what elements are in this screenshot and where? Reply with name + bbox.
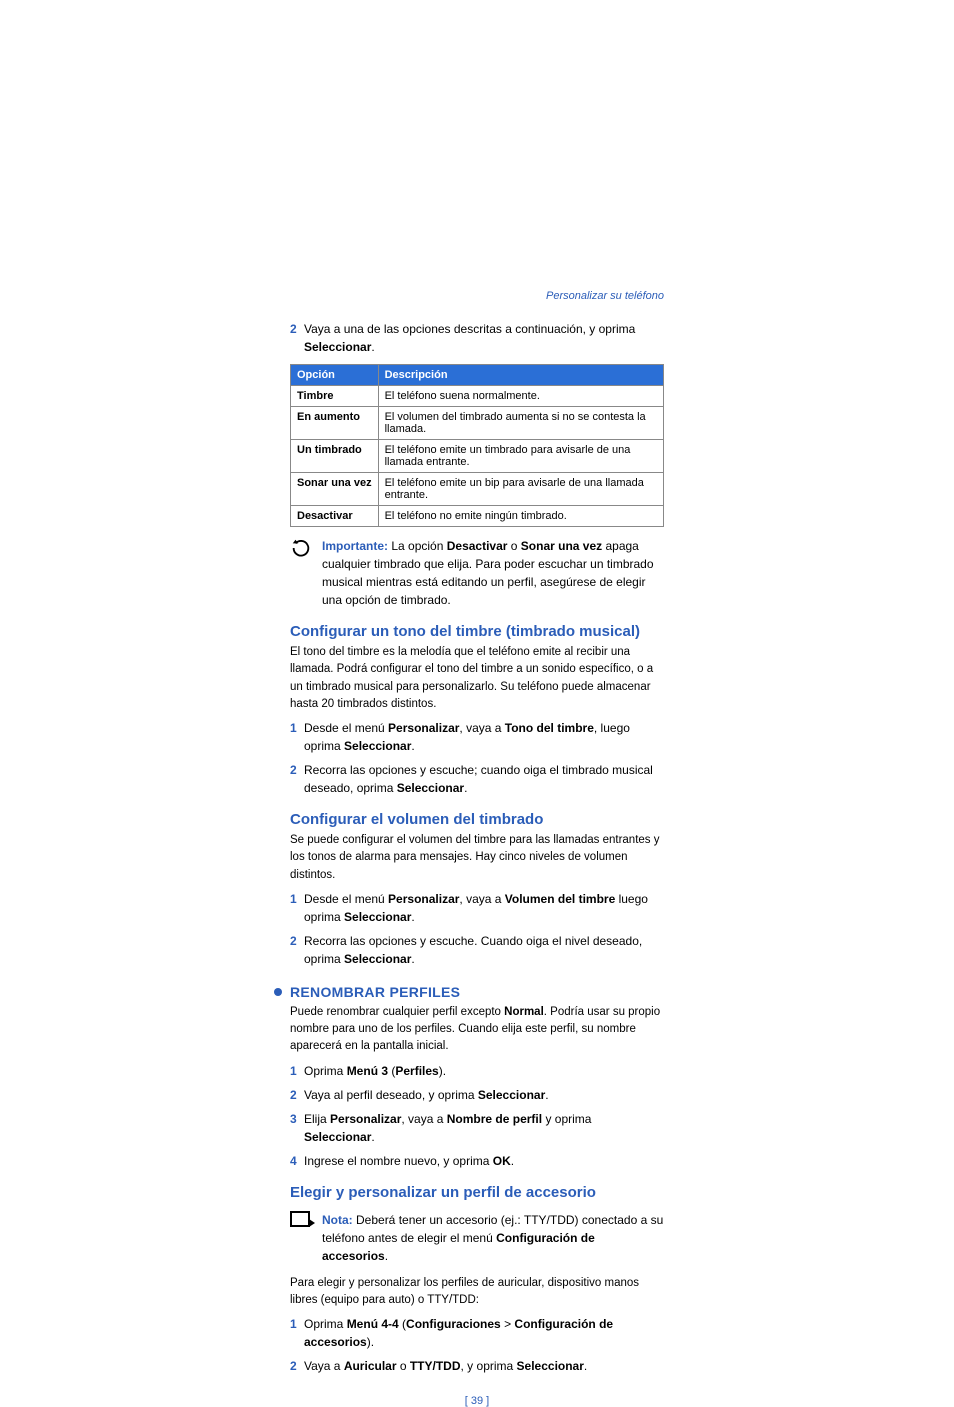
step: 2Recorra las opciones y escuche; cuando …	[290, 761, 664, 797]
table-row: En aumentoEl volumen del timbrado aument…	[291, 407, 664, 440]
heading-perfil-accesorio: Elegir y personalizar un perfil de acces…	[290, 1184, 664, 1201]
step-intro: 2 Vaya a una de las opciones descritas a…	[290, 320, 664, 356]
paragraph: Para elegir y personalizar los perfiles …	[290, 1275, 664, 1310]
section-heading-renombrar: RENOMBRAR PERFILES	[290, 984, 664, 1000]
paragraph: El tono del timbre es la melodía que el …	[290, 644, 664, 713]
note-icon	[290, 1211, 322, 1265]
step: 1Desde el menú Personalizar, vaya a Tono…	[290, 719, 664, 755]
step-text: Vaya a una de las opciones descritas a c…	[304, 320, 664, 356]
table-row: DesactivarEl teléfono no emite ningún ti…	[291, 506, 664, 527]
important-callout: Importante: La opción Desactivar o Sonar…	[290, 537, 664, 609]
th-description: Descripción	[378, 365, 663, 386]
page-number: [ 39 ]	[290, 1395, 664, 1407]
important-label: Importante:	[322, 539, 391, 553]
step: 4Ingrese el nombre nuevo, y oprima OK.	[290, 1152, 664, 1170]
step: 1Desde el menú Personalizar, vaya a Volu…	[290, 890, 664, 926]
heading-volumen-timbrado: Configurar el volumen del timbrado	[290, 811, 664, 828]
note-callout: Nota: Deberá tener un accesorio (ej.: TT…	[290, 1211, 664, 1265]
step: 3Elija Personalizar, vaya a Nombre de pe…	[290, 1110, 664, 1146]
paragraph: Puede renombrar cualquier perfil excepto…	[290, 1004, 664, 1056]
note-label: Nota:	[322, 1213, 356, 1227]
step: 1Oprima Menú 3 (Perfiles).	[290, 1062, 664, 1080]
paragraph: Se puede configurar el volumen del timbr…	[290, 832, 664, 884]
breadcrumb: Personalizar su teléfono	[290, 290, 664, 302]
th-option: Opción	[291, 365, 379, 386]
table-row: TimbreEl teléfono suena normalmente.	[291, 386, 664, 407]
bullet-icon	[274, 988, 282, 996]
step: 2Vaya a Auricular o TTY/TDD, y oprima Se…	[290, 1357, 664, 1375]
circle-arrow-icon	[290, 537, 322, 609]
table-row: Un timbradoEl teléfono emite un timbrado…	[291, 440, 664, 473]
step: 2Recorra las opciones y escuche. Cuando …	[290, 932, 664, 968]
table-row: Sonar una vezEl teléfono emite un bip pa…	[291, 473, 664, 506]
step: 2Vaya al perfil deseado, y oprima Selecc…	[290, 1086, 664, 1104]
step-number: 2	[290, 320, 304, 356]
step: 1Oprima Menú 4-4 (Configuraciones > Conf…	[290, 1315, 664, 1351]
heading-tono-timbre: Configurar un tono del timbre (timbrado …	[290, 623, 664, 640]
options-table: Opción Descripción TimbreEl teléfono sue…	[290, 364, 664, 527]
